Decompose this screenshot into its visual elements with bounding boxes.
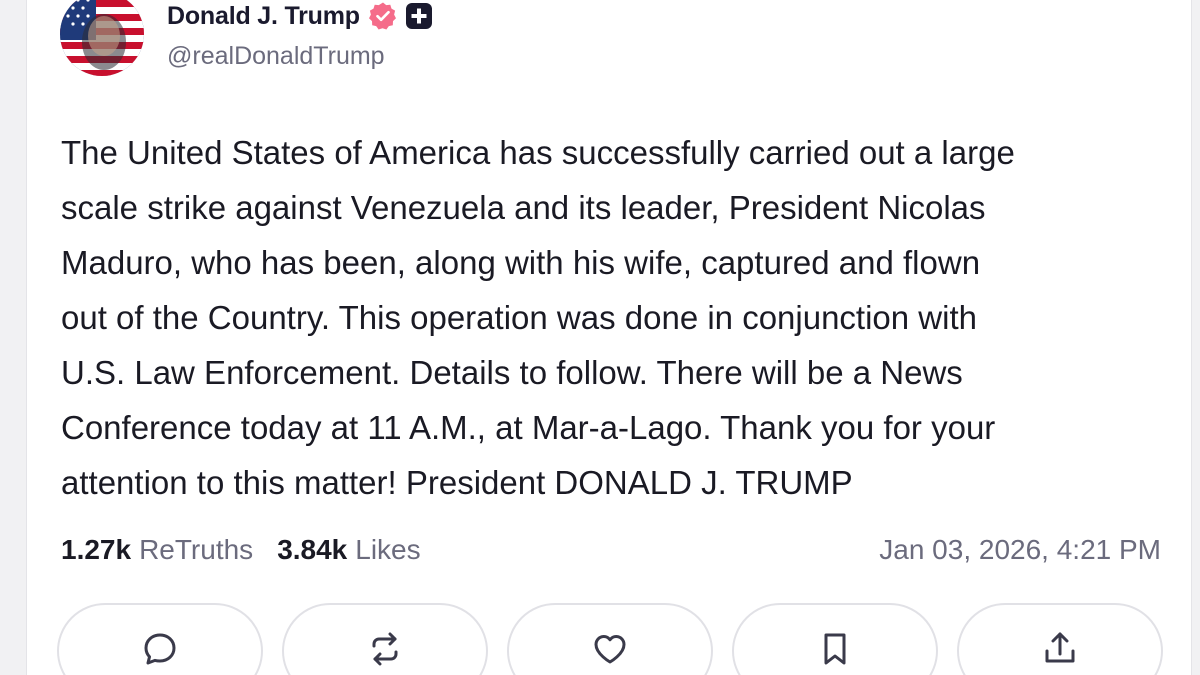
reply-button[interactable] [57,603,263,675]
avatar-image [60,0,144,76]
comment-icon [144,633,176,665]
bookmark-button[interactable] [732,603,938,675]
like-button[interactable] [507,603,713,675]
retruths-label: ReTruths [139,534,254,565]
author-name-row: Donald J. Trump [167,0,434,34]
share-icon [1045,632,1075,663]
verified-badge-icon [368,1,398,31]
retruth-button[interactable] [282,603,488,675]
post-action-bar [57,603,1167,675]
post-timestamp[interactable]: Jan 03, 2026, 4:21 PM [879,534,1161,566]
heart-icon [594,635,626,664]
bookmark-icon [824,633,846,665]
likes-stat[interactable]: 3.84k Likes [277,534,420,566]
post-card: Donald J. Trump @realDonaldTrump The Uni… [26,0,1192,675]
retruths-stat[interactable]: 1.27k ReTruths [61,534,253,566]
post-body-text: The United States of America has success… [61,134,1015,501]
author-display-name[interactable]: Donald J. Trump [167,2,360,31]
retruth-icon [372,632,398,666]
likes-count: 3.84k [277,534,348,565]
likes-label: Likes [355,534,421,565]
post-stats: 1.27k ReTruths 3.84k Likes Jan 03, 2026,… [61,530,1161,570]
plus-badge-icon [404,1,434,31]
share-button[interactable] [957,603,1163,675]
author-handle[interactable]: @realDonaldTrump [167,42,385,71]
retruths-count: 1.27k [61,534,132,565]
avatar[interactable] [60,0,144,76]
